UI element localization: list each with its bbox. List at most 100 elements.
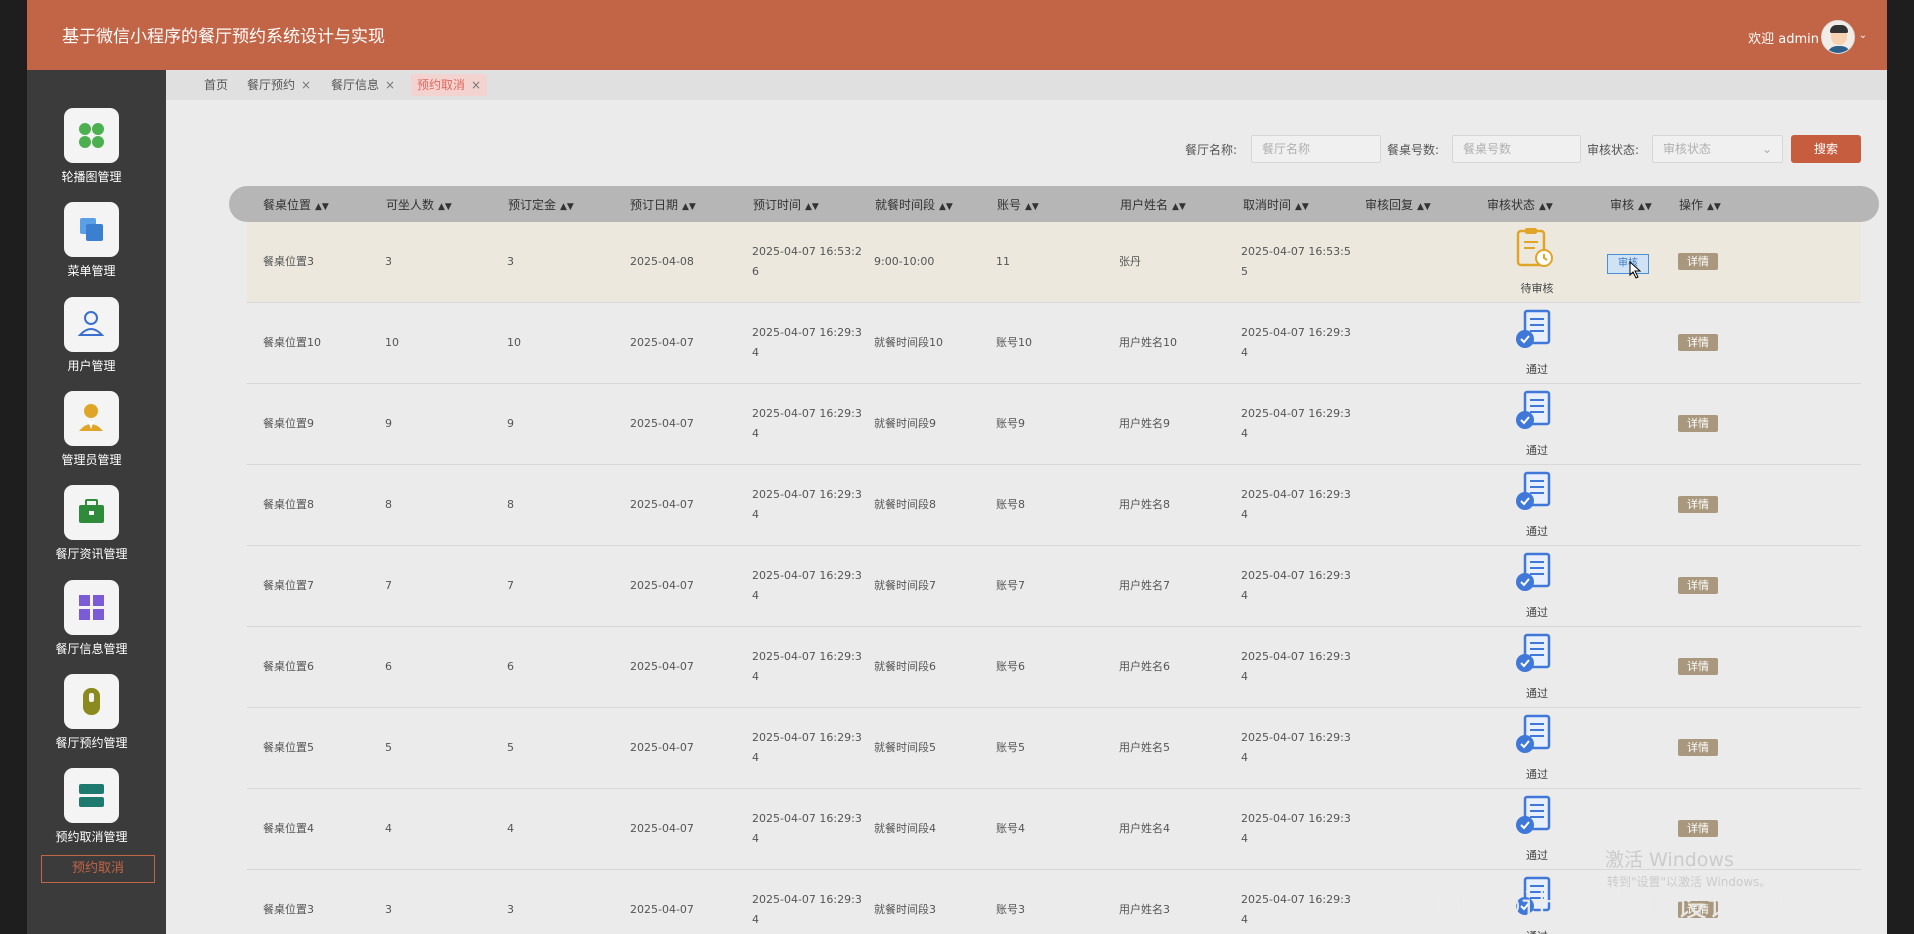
sidebar-item-7[interactable]: 餐厅预约管理: [27, 673, 166, 762]
column-header[interactable]: 审核状态 ▲▼: [1487, 196, 1553, 213]
cell-cancel-line2: 4: [1241, 508, 1248, 521]
cell-deposit: 4: [507, 822, 514, 835]
column-header-label: 可坐人数: [386, 198, 435, 212]
status-text: 通过: [1526, 849, 1548, 862]
close-icon[interactable]: ×: [385, 78, 395, 92]
column-header[interactable]: 餐桌位置 ▲▼: [263, 196, 329, 213]
table-number-input[interactable]: 餐桌号数: [1452, 135, 1581, 163]
approved-document-icon: [1515, 795, 1555, 837]
sort-icon[interactable]: ▲▼: [1025, 202, 1039, 212]
column-header[interactable]: 预订时间 ▲▼: [753, 196, 819, 213]
cell-period: 就餐时间段9: [874, 417, 936, 430]
sidebar-item-8[interactable]: 预约取消管理: [27, 768, 166, 856]
column-header[interactable]: 账号 ▲▼: [997, 196, 1039, 213]
cell-time-line2: 4: [752, 346, 759, 359]
avatar[interactable]: [1821, 20, 1855, 54]
column-header[interactable]: 预订日期 ▲▼: [630, 196, 696, 213]
tab-3[interactable]: 餐厅信息 ×: [331, 74, 395, 96]
cell-seats: 3: [385, 255, 392, 268]
status-text: 通过: [1517, 928, 1557, 934]
sidebar-item-label: 菜单管理: [67, 264, 116, 279]
sort-icon[interactable]: ▲▼: [1417, 202, 1431, 212]
sort-icon[interactable]: ▲▼: [682, 202, 696, 212]
sort-icon[interactable]: ▲▼: [438, 202, 452, 212]
column-header-label: 预订日期: [630, 198, 679, 212]
detail-button[interactable]: 详情: [1678, 577, 1718, 594]
detail-button[interactable]: 详情: [1678, 415, 1718, 432]
chevron-down-icon[interactable]: ⌄: [1859, 30, 1867, 41]
sort-icon[interactable]: ▲▼: [805, 202, 819, 212]
search-button[interactable]: 搜索: [1791, 135, 1861, 163]
cell-period: 就餐时间段3: [874, 903, 936, 916]
status-text: 通过: [1526, 525, 1548, 538]
tab-1[interactable]: 首页: [204, 74, 228, 96]
table-header: 餐桌位置 ▲▼ 可坐人数 ▲▼ 预订定金 ▲▼ 预订日期 ▲▼ 预订时间 ▲▼ 就餐时间段 ▲▼ 账号 ▲…: [229, 186, 1879, 222]
cell-cancel-line2: 4: [1241, 427, 1248, 440]
column-header[interactable]: 取消时间 ▲▼: [1243, 196, 1309, 213]
csdn-watermark: CSDN @计算机毕业设计小明哥: [1392, 888, 1832, 924]
detail-button[interactable]: 详情: [1678, 658, 1718, 675]
close-icon[interactable]: ×: [471, 78, 481, 92]
cell-time-line1: 2025-04-07 16:29:3: [752, 407, 862, 420]
audit-status-placeholder: 审核状态: [1663, 142, 1712, 156]
cell-location: 餐桌位置3: [263, 903, 314, 916]
detail-button[interactable]: 详情: [1678, 820, 1718, 837]
cell-cancel-line2: 4: [1241, 832, 1248, 845]
column-header[interactable]: 用户姓名 ▲▼: [1120, 196, 1186, 213]
sort-icon[interactable]: ▲▼: [315, 202, 329, 212]
user-outline-icon: [64, 296, 119, 352]
cell-cancel-line2: 4: [1241, 346, 1248, 359]
sort-icon[interactable]: ▲▼: [1539, 202, 1553, 212]
sort-icon[interactable]: ▲▼: [1638, 202, 1652, 212]
sidebar-item-5[interactable]: 餐厅资讯管理: [27, 485, 166, 573]
cell-time-line2: 4: [752, 427, 759, 440]
cell-date: 2025-04-07: [630, 579, 694, 592]
detail-button[interactable]: 详情: [1678, 739, 1718, 756]
status-text: 通过: [1526, 444, 1548, 457]
cell-date: 2025-04-07: [630, 822, 694, 835]
detail-button[interactable]: 详情: [1678, 253, 1718, 270]
column-header[interactable]: 就餐时间段 ▲▼: [875, 196, 953, 213]
table-row: 餐桌位置10 10 10 2025-04-07 2025-04-07 16:29:3 4 就…: [247, 303, 1861, 384]
sort-icon[interactable]: ▲▼: [1172, 202, 1186, 212]
sidebar-item-6[interactable]: 餐厅信息管理: [27, 579, 166, 668]
column-header-label: 操作: [1679, 198, 1704, 212]
cell-account: 账号5: [996, 741, 1025, 754]
sort-icon[interactable]: ▲▼: [1707, 202, 1721, 212]
sort-icon[interactable]: ▲▼: [560, 202, 574, 212]
cell-username: 用户姓名7: [1119, 579, 1170, 592]
table-row: 餐桌位置9 9 9 2025-04-07 2025-04-07 16:29:3 4 就餐时间…: [247, 384, 1861, 465]
detail-button[interactable]: 详情: [1678, 334, 1718, 351]
cell-username: 用户姓名6: [1119, 660, 1170, 673]
windows-activation-title: 激活 Windows: [1605, 849, 1734, 871]
column-header[interactable]: 审核回复 ▲▼: [1365, 196, 1431, 213]
restaurant-name-input[interactable]: 餐厅名称: [1251, 135, 1381, 163]
column-header[interactable]: 审核 ▲▼: [1610, 196, 1652, 213]
status-text: 通过: [1526, 363, 1548, 376]
column-header[interactable]: 操作 ▲▼: [1679, 196, 1721, 213]
cell-username: 用户姓名5: [1119, 741, 1170, 754]
column-header[interactable]: 可坐人数 ▲▼: [386, 196, 452, 213]
phone-pill-icon: [64, 673, 119, 729]
status-text: 待审核: [1520, 282, 1554, 295]
detail-button[interactable]: 详情: [1678, 496, 1718, 513]
mouse-cursor-icon: [1629, 261, 1642, 279]
tab-4[interactable]: 预约取消 ×: [411, 74, 488, 96]
column-header[interactable]: 预订定金 ▲▼: [508, 196, 574, 213]
sort-icon[interactable]: ▲▼: [1295, 202, 1309, 212]
column-header-label: 预订定金: [508, 198, 557, 212]
dots-grid-icon: [64, 108, 119, 163]
close-icon[interactable]: ×: [301, 78, 311, 92]
sort-icon[interactable]: ▲▼: [939, 202, 953, 212]
sidebar-subitem-active[interactable]: 预约取消: [41, 855, 155, 883]
sidebar-item-1[interactable]: 轮播图管理: [27, 108, 166, 196]
approved-document-icon: [1515, 633, 1555, 675]
cell-cancel-line1: 2025-04-07 16:29:3: [1241, 488, 1351, 501]
tab-2[interactable]: 餐厅预约 ×: [247, 74, 311, 96]
sidebar-item-3[interactable]: 用户管理: [27, 296, 166, 385]
sidebar-item-2[interactable]: 菜单管理: [27, 202, 166, 290]
cell-period: 就餐时间段5: [874, 741, 936, 754]
sidebar-item-4[interactable]: 管理员管理: [27, 390, 166, 479]
audit-status-select[interactable]: 审核状态 ⌄: [1652, 135, 1783, 163]
status-text: 通过: [1526, 606, 1548, 619]
